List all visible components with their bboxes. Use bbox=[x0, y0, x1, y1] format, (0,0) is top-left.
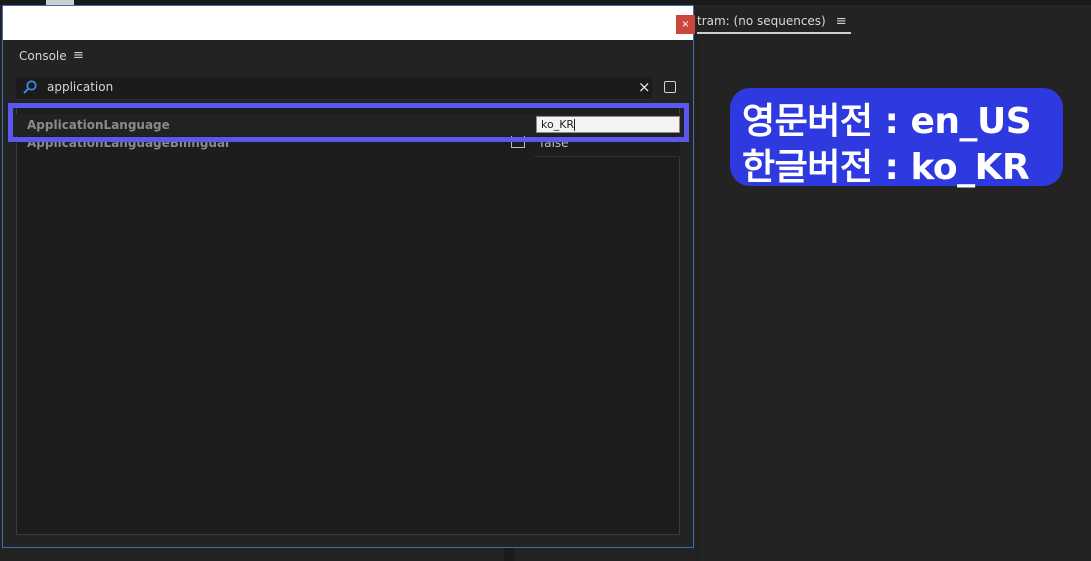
search-option-checkbox[interactable] bbox=[664, 81, 676, 93]
program-monitor-tab[interactable]: tram: (no sequences) ≡ bbox=[697, 10, 851, 34]
dialog-titlebar[interactable] bbox=[3, 6, 693, 40]
annotation-bubble: 영문버전 : en_US 한글버전 : ko_KR bbox=[730, 88, 1063, 188]
search-input[interactable]: application × bbox=[16, 77, 652, 100]
console-menu-icon[interactable]: ≡ bbox=[73, 48, 84, 63]
clear-search-icon[interactable]: × bbox=[638, 78, 651, 96]
console-header: Console ≡ bbox=[3, 40, 693, 74]
panel-menu-icon[interactable]: ≡ bbox=[836, 14, 847, 29]
search-icon bbox=[23, 80, 37, 94]
close-button[interactable]: × bbox=[676, 15, 695, 34]
search-query: application bbox=[47, 80, 114, 94]
console-variable-list bbox=[16, 103, 680, 535]
annotation-line-korean: 한글버전 : ko_KR bbox=[742, 147, 1030, 188]
panel-divider[interactable] bbox=[697, 40, 698, 561]
annotation-line-english: 영문버전 : en_US bbox=[742, 101, 1032, 142]
highlight-annotation-box bbox=[8, 103, 689, 142]
program-monitor-title: tram: (no sequences) bbox=[697, 14, 826, 28]
console-title: Console bbox=[19, 49, 67, 63]
timeline-edge bbox=[504, 548, 514, 561]
